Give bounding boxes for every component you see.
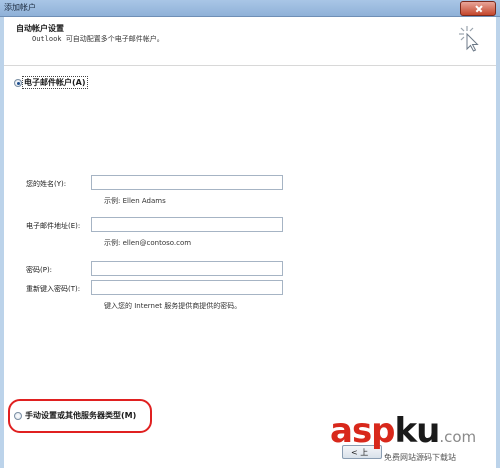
email-account-option[interactable]: 电子邮件帐户(A) (22, 76, 88, 89)
email-example: 示例: ellen@contoso.com (104, 239, 192, 247)
page-title: 自动帐户设置 (16, 24, 64, 33)
email-label: 电子邮件地址(E): (26, 222, 81, 230)
password-label: 密码(P): (26, 266, 53, 274)
wizard-client-area: 自动帐户设置 Outlook 可自动配置多个电子邮件帐户。 电子邮件帐户(A) … (4, 17, 496, 468)
name-input[interactable] (91, 175, 283, 190)
name-example: 示例: Ellen Adams (104, 197, 166, 205)
watermark-ku: ku (394, 411, 441, 451)
email-address-input[interactable] (91, 217, 283, 232)
page-subtitle: Outlook 可自动配置多个电子邮件帐户。 (32, 35, 164, 43)
watermark-caption: 免费网站源码下载站 (384, 453, 456, 462)
watermark-tld: .com (439, 428, 477, 446)
email-account-radio[interactable] (14, 79, 22, 87)
site-watermark-logo: aspku.com (330, 414, 476, 454)
watermark-asp: asp (330, 411, 396, 451)
password-input[interactable] (91, 261, 283, 276)
window-title: 添加帐户 (4, 3, 36, 12)
close-button[interactable] (460, 1, 496, 16)
retype-password-label: 重新键入密码(T): (26, 285, 81, 293)
retype-password-input[interactable] (91, 280, 283, 295)
wizard-header: 自动帐户设置 Outlook 可自动配置多个电子邮件帐户。 (4, 17, 496, 66)
wizard-cursor-icon (459, 26, 479, 52)
title-bar[interactable]: 添加帐户 (0, 0, 500, 17)
email-account-label: 电子邮件帐户(A) (24, 78, 86, 87)
highlight-annotation (8, 399, 152, 433)
add-account-window: 添加帐户 自动帐户设置 Outlook 可自动配置多个电子邮件帐户。 电子邮件帐… (0, 0, 500, 468)
password-hint: 键入您的 Internet 服务提供商提供的密码。 (104, 302, 242, 310)
name-label: 您的姓名(Y): (26, 180, 67, 188)
